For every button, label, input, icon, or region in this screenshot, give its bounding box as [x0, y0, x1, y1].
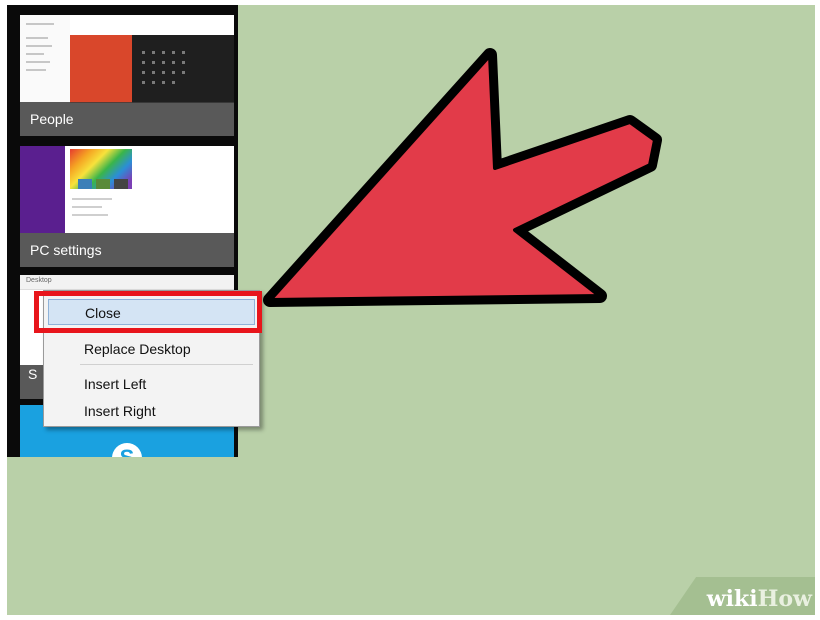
pointer-arrow-icon: [263, 48, 662, 307]
wikihow-watermark: wikiHow: [706, 586, 812, 612]
